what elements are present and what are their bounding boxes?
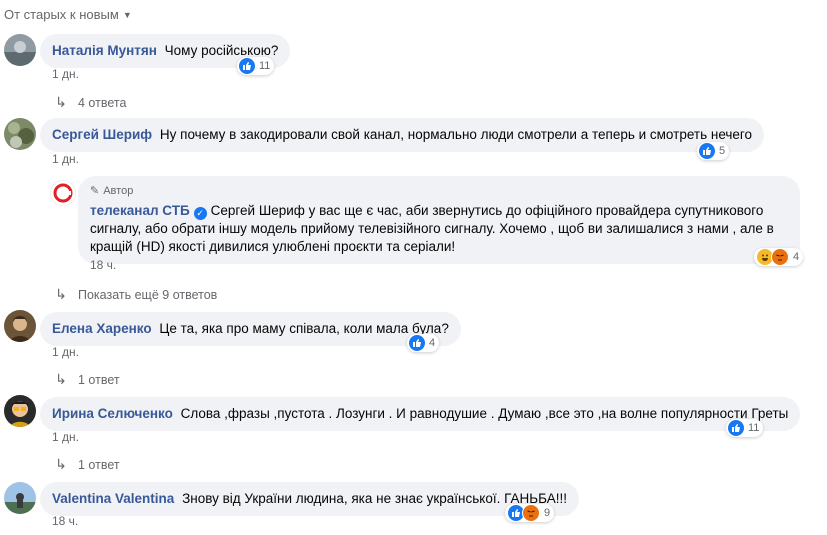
reply-arrow-icon: ↳ bbox=[55, 94, 67, 110]
sort-label: От старых к новым bbox=[4, 7, 119, 22]
comment-text: Ну почему в закодировали свой канал, нор… bbox=[159, 127, 753, 142]
commenter-name[interactable]: Valentina Valentina bbox=[52, 491, 174, 506]
reply-text: Сергей Шериф у вас ще є час, аби звернут… bbox=[90, 203, 774, 254]
view-replies-link[interactable]: ↳ 4 ответа bbox=[54, 94, 126, 111]
show-more-replies-link[interactable]: ↳ Показать ещё 9 ответов bbox=[54, 286, 217, 303]
commenter-name[interactable]: Наталія Мунтян bbox=[52, 43, 157, 58]
reply-author-name[interactable]: телеканал СТБ bbox=[90, 203, 190, 218]
reaction-count[interactable]: 4 bbox=[407, 334, 440, 352]
more-replies-label: Показать ещё 9 ответов bbox=[78, 287, 218, 302]
comment-time[interactable]: 1 дн. bbox=[52, 152, 79, 166]
comment-bubble: Ирина Селюченко Слова ,фразы ,пустота . … bbox=[40, 397, 801, 431]
reaction-count[interactable]: 11 bbox=[726, 419, 764, 437]
reply-arrow-icon: ↳ bbox=[55, 286, 67, 302]
replies-count: 1 ответ bbox=[78, 457, 120, 472]
sort-dropdown[interactable]: От старых к новым ▼ bbox=[4, 7, 132, 22]
reply-arrow-icon: ↳ bbox=[55, 456, 67, 472]
reply-time[interactable]: 18 ч. bbox=[90, 258, 116, 272]
avatar[interactable] bbox=[4, 118, 36, 150]
angry-icon bbox=[771, 248, 789, 266]
caret-down-icon: ▼ bbox=[122, 9, 132, 20]
like-icon bbox=[239, 58, 255, 74]
avatar[interactable] bbox=[4, 395, 36, 427]
stb-logo-avatar[interactable] bbox=[50, 180, 76, 206]
comment-text: Чому російською? bbox=[164, 43, 279, 58]
like-icon bbox=[699, 143, 715, 159]
reaction-count-value: 4 bbox=[429, 337, 436, 349]
comment-time[interactable]: 1 дн. bbox=[52, 345, 79, 359]
reaction-count-value: 4 bbox=[793, 251, 800, 263]
avatar[interactable] bbox=[4, 34, 36, 66]
view-replies-link[interactable]: ↳ 1 ответ bbox=[54, 456, 120, 473]
comment-time[interactable]: 1 дн. bbox=[52, 67, 79, 81]
commenter-name[interactable]: Ирина Селюченко bbox=[52, 406, 173, 421]
comment-time[interactable]: 18 ч. bbox=[52, 514, 78, 528]
verified-icon: ✓ bbox=[193, 207, 207, 220]
reaction-count-value: 9 bbox=[544, 507, 551, 519]
angry-icon bbox=[522, 504, 540, 522]
reaction-count[interactable]: 5 bbox=[697, 142, 730, 160]
commenter-name[interactable]: Елена Харенко bbox=[52, 321, 152, 336]
comment-bubble: Елена Харенко Це та, яка про маму співал… bbox=[40, 312, 461, 346]
author-badge: ✎ Автор bbox=[90, 182, 788, 200]
reaction-count[interactable]: 9 bbox=[505, 504, 555, 522]
comment-text: Слова ,фразы ,пустота . Лозунги . И равн… bbox=[180, 406, 789, 421]
like-icon bbox=[409, 335, 425, 351]
author-badge-label: Автор bbox=[103, 185, 134, 197]
reaction-count-value: 11 bbox=[259, 60, 271, 72]
comment-bubble: Сергей Шериф Ну почему в закодировали св… bbox=[40, 118, 765, 152]
commenter-name[interactable]: Сергей Шериф bbox=[52, 127, 152, 142]
comment-time[interactable]: 1 дн. bbox=[52, 430, 79, 444]
comment-bubble: Valentina Valentina Знову від України лю… bbox=[40, 482, 579, 516]
reply-arrow-icon: ↳ bbox=[55, 371, 67, 387]
reaction-count-value: 11 bbox=[748, 422, 760, 434]
replies-count: 4 ответа bbox=[78, 95, 127, 110]
reply-bubble: ✎ Автор телеканал СТБ ✓ Сергей Шериф у вас… bbox=[78, 176, 800, 264]
view-replies-link[interactable]: ↳ 1 ответ bbox=[54, 371, 120, 388]
pen-icon: ✎ bbox=[90, 185, 100, 197]
reaction-count[interactable]: 11 bbox=[237, 57, 275, 75]
like-icon bbox=[728, 420, 744, 436]
avatar[interactable] bbox=[4, 482, 36, 514]
comment-text: Це та, яка про маму співала, коли мала б… bbox=[159, 321, 449, 336]
replies-count: 1 ответ bbox=[78, 372, 120, 387]
reaction-count-value: 5 bbox=[719, 145, 726, 157]
avatar[interactable] bbox=[4, 310, 36, 342]
reaction-count[interactable]: 4 bbox=[754, 248, 804, 266]
